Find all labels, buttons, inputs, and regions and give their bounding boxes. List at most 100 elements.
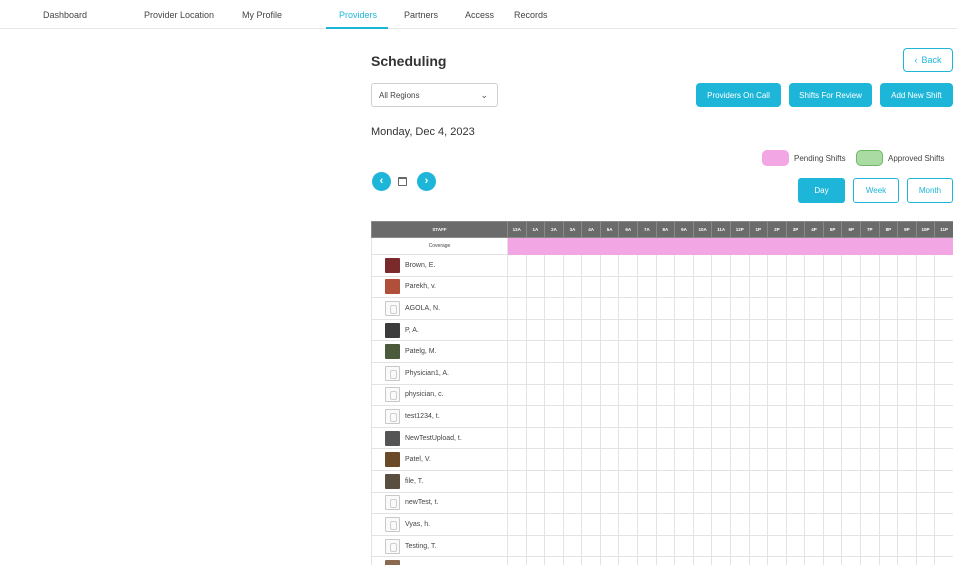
schedule-cell[interactable] bbox=[822, 405, 843, 428]
schedule-cell[interactable] bbox=[599, 426, 620, 450]
schedule-cell[interactable] bbox=[674, 405, 694, 428]
schedule-cell[interactable] bbox=[878, 534, 899, 558]
schedule-cell[interactable] bbox=[655, 340, 676, 363]
schedule-cell[interactable] bbox=[785, 275, 806, 299]
schedule-cell[interactable] bbox=[934, 383, 953, 407]
schedule-cell[interactable] bbox=[581, 426, 601, 450]
schedule-cell[interactable] bbox=[562, 405, 583, 428]
schedule-cell[interactable] bbox=[804, 383, 824, 407]
schedule-cell[interactable] bbox=[878, 383, 899, 407]
schedule-cell[interactable] bbox=[859, 469, 880, 493]
schedule-cell[interactable] bbox=[692, 383, 713, 407]
schedule-cell[interactable] bbox=[785, 448, 806, 471]
schedule-cell[interactable] bbox=[841, 448, 861, 471]
schedule-cell[interactable] bbox=[562, 469, 583, 493]
schedule-cell[interactable] bbox=[767, 383, 787, 407]
schedule-cell[interactable] bbox=[507, 556, 527, 565]
schedule-cell[interactable] bbox=[544, 448, 564, 471]
schedule-cell[interactable] bbox=[729, 491, 750, 515]
schedule-cell[interactable] bbox=[804, 448, 824, 471]
schedule-cell[interactable] bbox=[748, 426, 769, 450]
schedule-cell[interactable] bbox=[859, 275, 880, 299]
schedule-cell[interactable] bbox=[637, 254, 657, 277]
schedule-cell[interactable] bbox=[711, 275, 731, 299]
schedule-cell[interactable] bbox=[785, 556, 806, 565]
schedule-cell[interactable] bbox=[692, 556, 713, 565]
schedule-cell[interactable] bbox=[859, 534, 880, 558]
schedule-cell[interactable] bbox=[692, 513, 713, 536]
schedule-cell[interactable] bbox=[507, 340, 527, 363]
schedule-cell[interactable] bbox=[544, 318, 564, 342]
schedule-cell[interactable] bbox=[618, 469, 639, 493]
schedule-cell[interactable] bbox=[804, 426, 824, 450]
schedule-cell[interactable] bbox=[618, 534, 639, 558]
schedule-cell[interactable] bbox=[767, 275, 787, 299]
schedule-cell[interactable] bbox=[711, 513, 731, 536]
schedule-cell[interactable] bbox=[599, 448, 620, 471]
schedule-cell[interactable] bbox=[729, 534, 750, 558]
region-select[interactable]: All Regions ⌄ bbox=[371, 83, 498, 107]
schedule-cell[interactable] bbox=[562, 513, 583, 536]
schedule-cell[interactable] bbox=[841, 318, 861, 342]
schedule-cell[interactable] bbox=[897, 405, 917, 428]
schedule-cell[interactable] bbox=[785, 340, 806, 363]
schedule-cell[interactable] bbox=[692, 340, 713, 363]
nav-provider-location[interactable]: Provider Location bbox=[144, 10, 214, 20]
schedule-cell[interactable] bbox=[859, 426, 880, 450]
schedule-cell[interactable] bbox=[915, 340, 936, 363]
schedule-cell[interactable] bbox=[581, 405, 601, 428]
nav-dashboard[interactable]: Dashboard bbox=[43, 10, 87, 20]
schedule-cell[interactable] bbox=[599, 340, 620, 363]
schedule-cell[interactable] bbox=[655, 275, 676, 299]
schedule-cell[interactable] bbox=[748, 361, 769, 385]
add-new-shift-button[interactable]: Add New Shift bbox=[880, 83, 953, 107]
schedule-cell[interactable] bbox=[841, 556, 861, 565]
schedule-cell[interactable] bbox=[822, 534, 843, 558]
next-day-button[interactable]: › bbox=[417, 172, 436, 191]
schedule-cell[interactable] bbox=[637, 383, 657, 407]
schedule-cell[interactable] bbox=[655, 254, 676, 277]
schedule-cell[interactable] bbox=[562, 340, 583, 363]
schedule-cell[interactable] bbox=[859, 513, 880, 536]
schedule-cell[interactable] bbox=[692, 426, 713, 450]
schedule-cell[interactable] bbox=[562, 361, 583, 385]
schedule-cell[interactable] bbox=[674, 361, 694, 385]
calendar-icon[interactable] bbox=[398, 177, 407, 186]
schedule-cell[interactable] bbox=[822, 448, 843, 471]
schedule-cell[interactable] bbox=[674, 426, 694, 450]
schedule-cell[interactable] bbox=[878, 340, 899, 363]
schedule-cell[interactable] bbox=[934, 297, 953, 320]
schedule-cell[interactable] bbox=[897, 318, 917, 342]
schedule-cell[interactable] bbox=[581, 448, 601, 471]
schedule-cell[interactable] bbox=[637, 513, 657, 536]
schedule-cell[interactable] bbox=[655, 448, 676, 471]
schedule-cell[interactable] bbox=[915, 405, 936, 428]
schedule-cell[interactable] bbox=[729, 513, 750, 536]
schedule-cell[interactable] bbox=[655, 405, 676, 428]
schedule-cell[interactable] bbox=[507, 426, 527, 450]
schedule-cell[interactable] bbox=[581, 275, 601, 299]
schedule-cell[interactable] bbox=[767, 318, 787, 342]
schedule-cell[interactable] bbox=[934, 469, 953, 493]
schedule-cell[interactable] bbox=[637, 469, 657, 493]
schedule-cell[interactable] bbox=[804, 405, 824, 428]
schedule-cell[interactable] bbox=[711, 534, 731, 558]
schedule-cell[interactable] bbox=[785, 513, 806, 536]
schedule-cell[interactable] bbox=[655, 534, 676, 558]
schedule-cell[interactable] bbox=[767, 491, 787, 515]
schedule-cell[interactable] bbox=[525, 405, 546, 428]
schedule-cell[interactable] bbox=[841, 361, 861, 385]
schedule-cell[interactable] bbox=[729, 254, 750, 277]
schedule-cell[interactable] bbox=[897, 297, 917, 320]
schedule-cell[interactable] bbox=[544, 534, 564, 558]
schedule-cell[interactable] bbox=[562, 491, 583, 515]
schedule-cell[interactable] bbox=[878, 448, 899, 471]
schedule-cell[interactable] bbox=[767, 513, 787, 536]
schedule-cell[interactable] bbox=[637, 405, 657, 428]
schedule-cell[interactable] bbox=[915, 534, 936, 558]
schedule-cell[interactable] bbox=[897, 426, 917, 450]
schedule-cell[interactable] bbox=[841, 275, 861, 299]
schedule-cell[interactable] bbox=[729, 405, 750, 428]
schedule-cell[interactable] bbox=[525, 556, 546, 565]
schedule-cell[interactable] bbox=[729, 361, 750, 385]
